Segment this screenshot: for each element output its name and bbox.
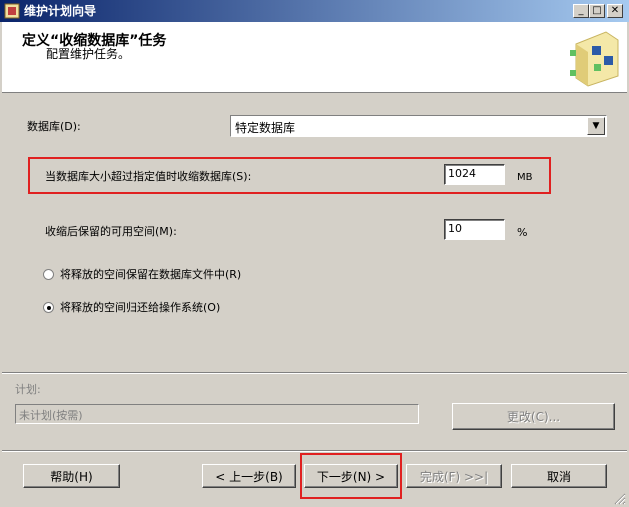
resize-grip-icon[interactable] (614, 493, 626, 505)
free-space-input[interactable]: 10 (444, 219, 505, 240)
divider-bottom (2, 450, 627, 452)
back-button[interactable]: < 上一步(B) (202, 464, 296, 488)
minimize-button[interactable]: _ (573, 4, 589, 18)
app-icon (4, 3, 20, 19)
schedule-label: 计划: (15, 383, 41, 396)
shrink-threshold-input[interactable]: 1024 (444, 164, 505, 185)
change-schedule-button[interactable]: 更改(C)... (452, 403, 615, 430)
radio-selected-dot (47, 306, 51, 310)
free-space-unit: % (517, 226, 528, 239)
wizard-graphic-icon (570, 31, 619, 87)
cancel-button[interactable]: 取消 (511, 464, 607, 488)
close-icon: ✕ (610, 5, 620, 16)
radio-retain-space[interactable] (43, 269, 54, 280)
window-title: 维护计划向导 (24, 4, 97, 18)
shrink-threshold-unit: MB (517, 172, 533, 183)
highlight-box-next (300, 453, 402, 499)
radio-return-space[interactable] (43, 302, 54, 313)
close-button[interactable]: ✕ (607, 4, 623, 18)
radio-retain-label[interactable]: 将释放的空间保留在数据库文件中(R) (60, 268, 241, 282)
help-button[interactable]: 帮助(H) (23, 464, 120, 488)
divider (2, 372, 627, 374)
database-select[interactable]: 特定数据库 ▼ (230, 115, 607, 137)
radio-return-label[interactable]: 将释放的空间归还给操作系统(O) (60, 301, 220, 315)
minimize-icon: _ (578, 5, 584, 16)
maximize-icon: □ (592, 5, 602, 16)
finish-button[interactable]: 完成(F) >>| (406, 464, 502, 488)
maximize-button[interactable]: □ (589, 4, 605, 18)
database-label: 数据库(D): (27, 120, 81, 133)
page-subtitle: 配置维护任务。 (46, 47, 131, 61)
free-space-label: 收缩后保留的可用空间(M): (45, 225, 177, 238)
schedule-field: 未计划(按需) (15, 404, 419, 424)
database-select-value: 特定数据库 (235, 121, 296, 135)
shrink-threshold-label: 当数据库大小超过指定值时收缩数据库(S): (45, 170, 252, 183)
chevron-down-icon[interactable]: ▼ (587, 117, 605, 135)
